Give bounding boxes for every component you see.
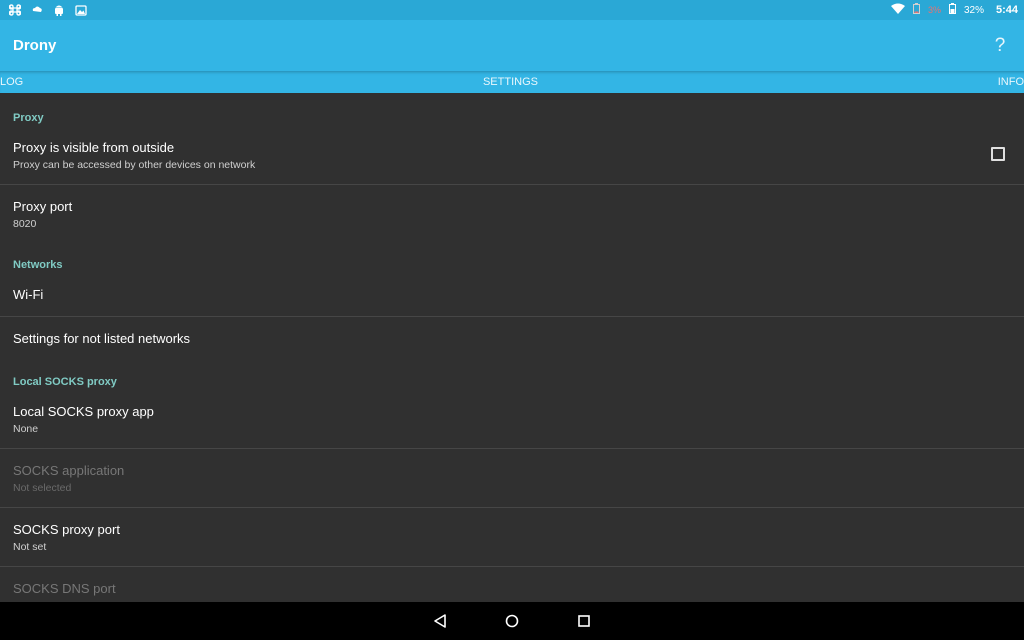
tab-info[interactable]: INFO [998, 76, 1024, 88]
battery-low-icon [912, 3, 920, 17]
tab-bar: LOG SETTINGS INFO [0, 71, 1024, 93]
clock: 5:44 [995, 4, 1018, 16]
app-bar: Drony ? [0, 20, 1024, 71]
battery-text: 32% [963, 4, 984, 16]
pref-title: Settings for not listed networks [13, 331, 191, 346]
wifi-icon [890, 3, 905, 17]
divider [0, 566, 1024, 567]
category-local-socks: Local SOCKS proxy [13, 376, 117, 388]
help-button[interactable]: ? [988, 35, 1012, 57]
battery-low-text: 3% [927, 5, 941, 15]
app-title: Drony [13, 37, 57, 54]
back-icon [434, 614, 446, 628]
category-networks: Networks [13, 259, 63, 271]
pref-summary: Proxy can be accessed by other devices o… [13, 159, 256, 171]
pref-title: SOCKS DNS port [13, 581, 116, 596]
home-button[interactable] [502, 611, 522, 631]
pref-title: SOCKS application [13, 463, 125, 478]
battery-icon [948, 3, 956, 17]
divider [0, 184, 1024, 185]
tab-settings[interactable]: SETTINGS [483, 76, 538, 88]
divider [0, 448, 1024, 449]
tab-log[interactable]: LOG [0, 76, 23, 88]
pref-summary: Not set [13, 541, 47, 553]
category-proxy: Proxy [13, 112, 44, 124]
pref-local-socks-app[interactable]: Local SOCKS proxy app None [0, 404, 1024, 448]
pref-summary: Not selected [13, 482, 72, 494]
status-system-icons: 3% 32% 5:44 [890, 3, 1018, 17]
recents-icon [578, 615, 590, 627]
pref-summary: 8020 [13, 218, 37, 230]
status-bar: 3% 32% 5:44 [0, 0, 1024, 20]
pref-summary: None [13, 423, 39, 435]
photo-icon [74, 3, 88, 17]
navigation-bar [0, 602, 1024, 640]
home-icon [505, 614, 519, 628]
recents-button[interactable] [574, 611, 594, 631]
command-icon [8, 3, 22, 17]
pref-title: Local SOCKS proxy app [13, 404, 154, 419]
pref-title: Proxy port [13, 199, 73, 214]
pref-wifi[interactable]: Wi-Fi [0, 287, 1024, 311]
pref-proxy-visible[interactable]: Proxy is visible from outside Proxy can … [0, 140, 1024, 184]
pref-title: Wi-Fi [13, 287, 44, 302]
pref-socks-application: SOCKS application Not selected [0, 463, 1024, 507]
settings-list: Proxy Proxy is visible from outside Prox… [0, 93, 1024, 602]
divider [0, 316, 1024, 317]
pref-proxy-port[interactable]: Proxy port 8020 [0, 199, 1024, 243]
cloud-icon [30, 3, 44, 17]
divider [0, 507, 1024, 508]
pref-title: Proxy is visible from outside [13, 140, 175, 155]
pref-socks-dns-port: SOCKS DNS port [0, 581, 1024, 602]
pref-title: SOCKS proxy port [13, 522, 120, 537]
android-icon [52, 3, 66, 17]
back-button[interactable] [430, 611, 450, 631]
status-notification-icons [8, 3, 88, 17]
pref-socks-proxy-port[interactable]: SOCKS proxy port Not set [0, 522, 1024, 566]
proxy-visible-checkbox[interactable] [991, 147, 1005, 161]
pref-not-listed-networks[interactable]: Settings for not listed networks [0, 331, 1024, 355]
